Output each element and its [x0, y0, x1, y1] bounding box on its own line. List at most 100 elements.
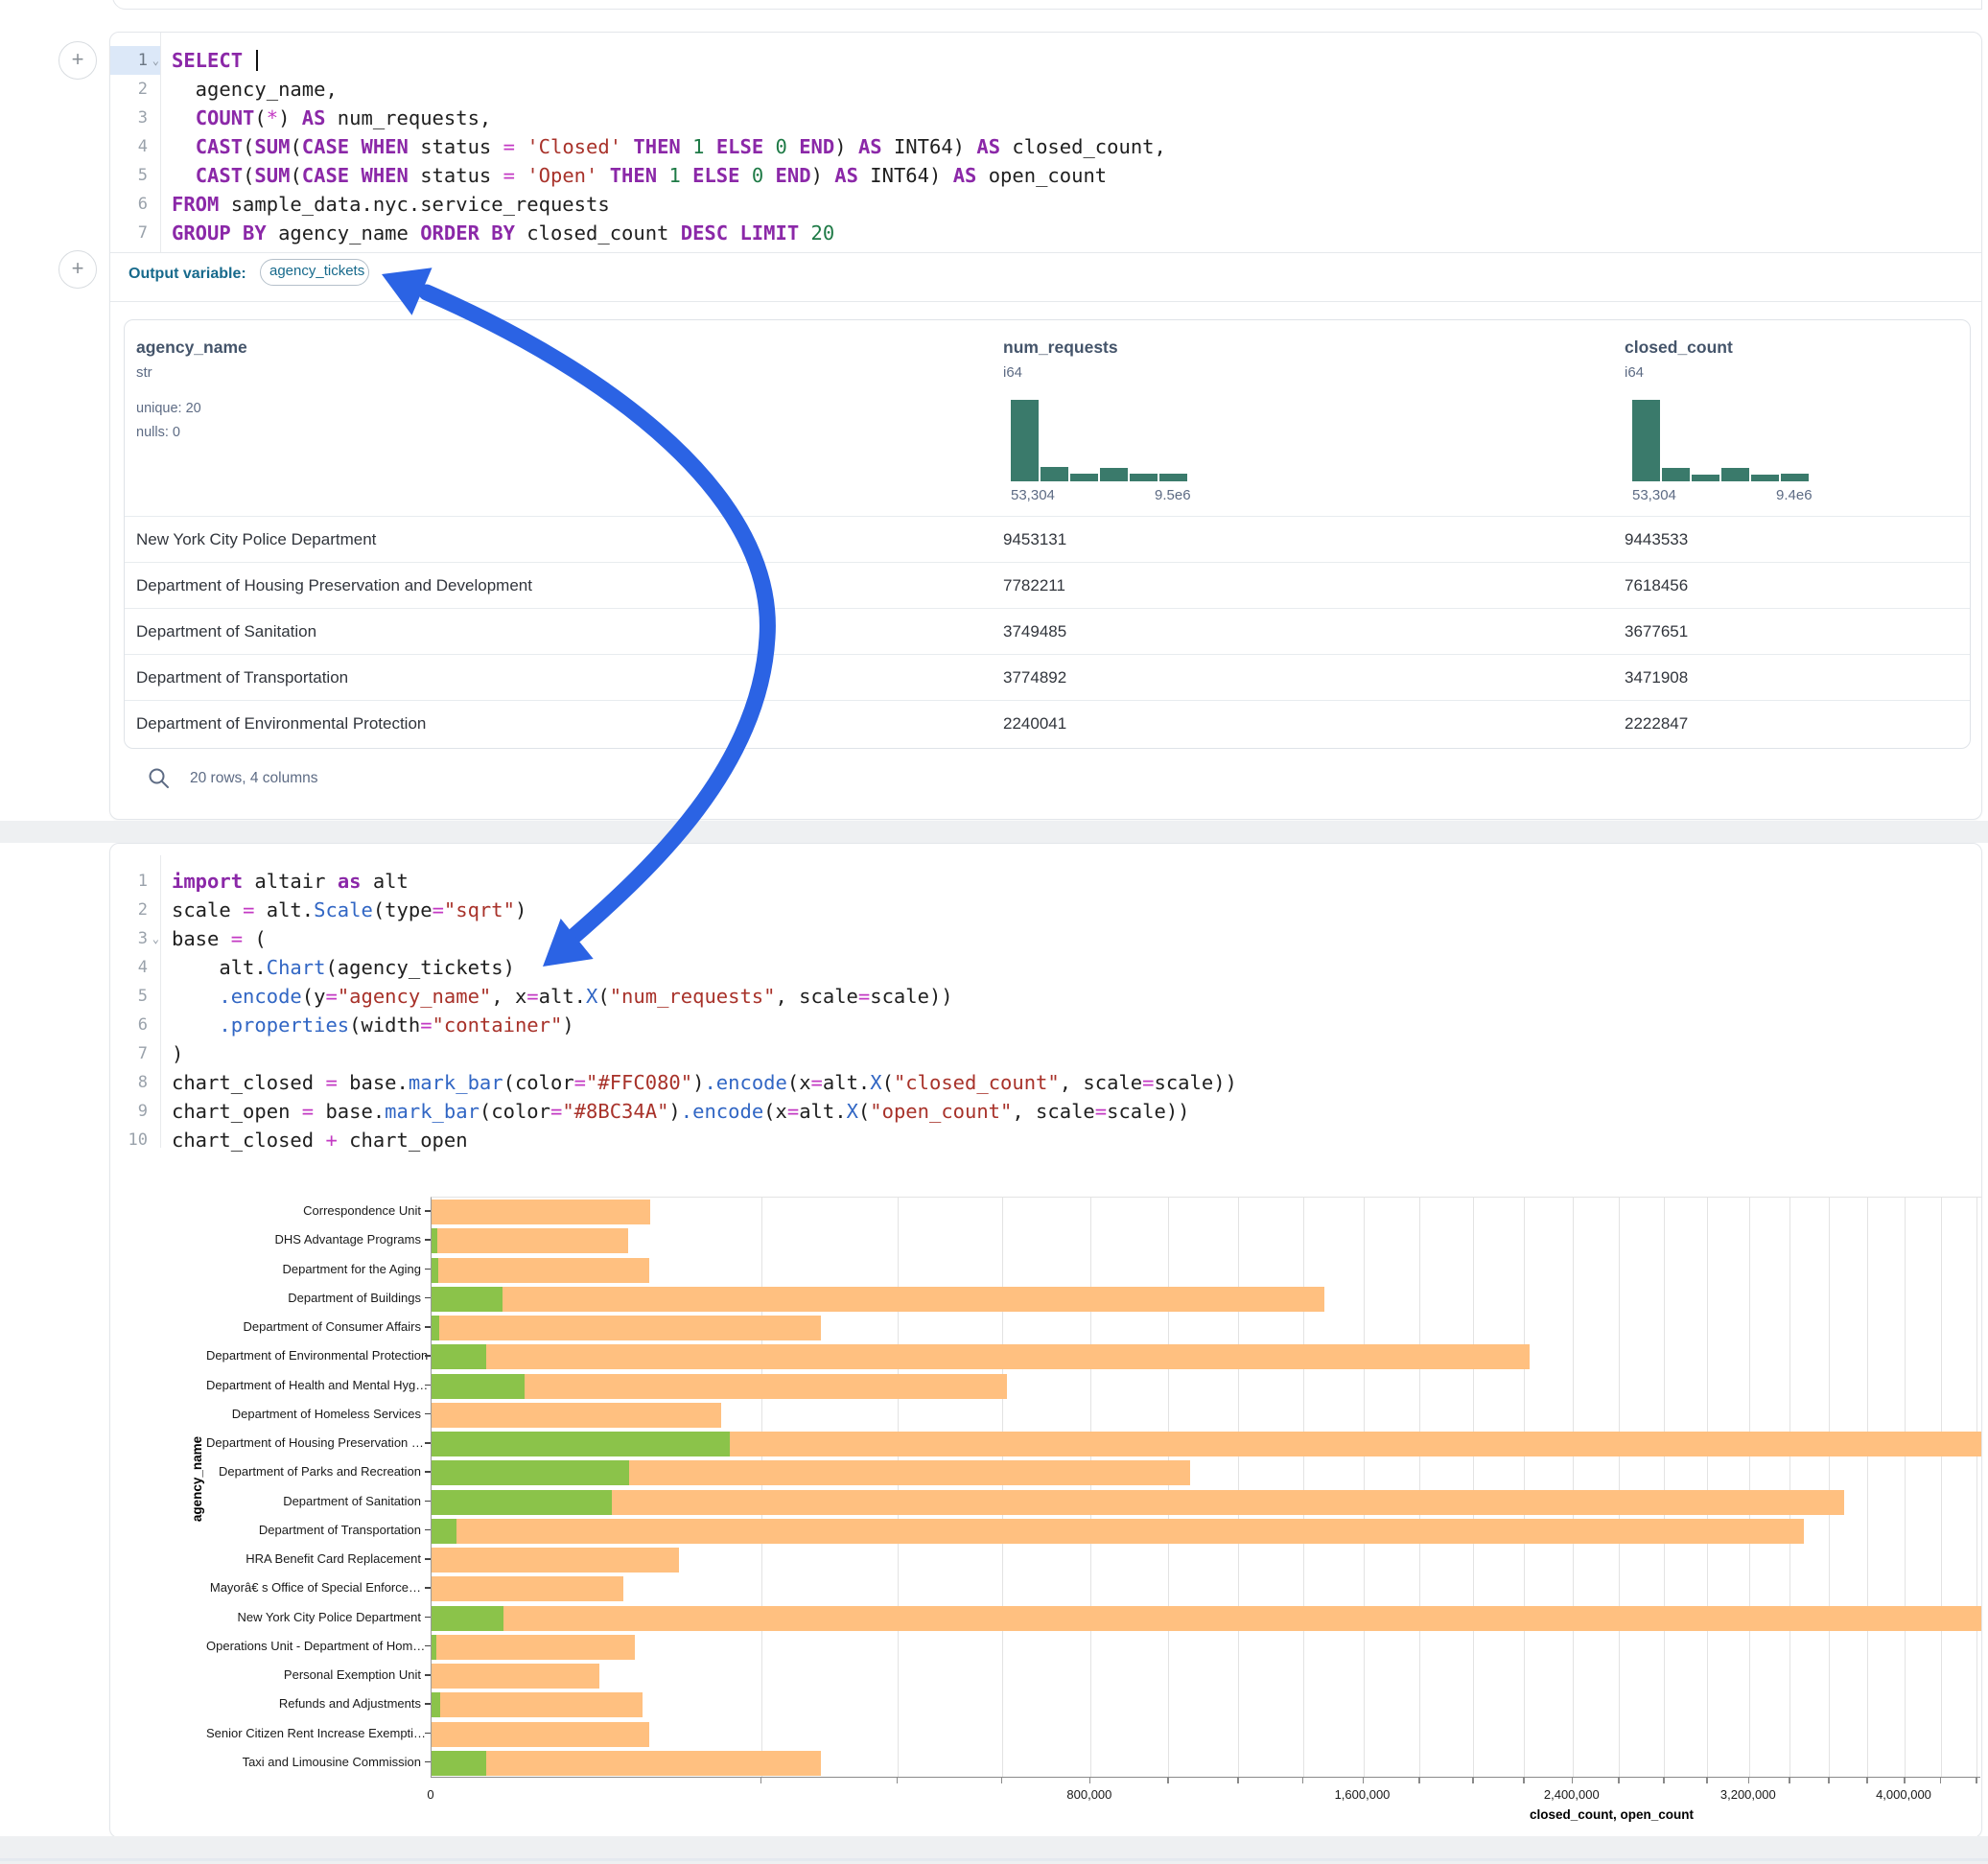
open_count-bar[interactable] — [432, 1490, 612, 1515]
python-code-line-10[interactable]: 10chart_closed + chart_open — [110, 1126, 1981, 1154]
y-axis-label[interactable]: Correspondence Unit — [206, 1203, 421, 1218]
y-axis-tick — [425, 1645, 431, 1647]
python-code-line-4[interactable]: 4 alt.Chart(agency_tickets) — [110, 953, 1981, 982]
open_count-bar[interactable] — [432, 1287, 503, 1312]
y-axis-label[interactable]: Department of Housing Preservation … — [206, 1435, 421, 1450]
y-axis-tick — [425, 1239, 431, 1241]
python-code-editor[interactable]: 1import altair as alt2scale = alt.Scale(… — [110, 867, 1981, 1148]
fold-chevron-icon[interactable]: ⌄ — [152, 46, 159, 75]
y-axis-label[interactable]: Department of Sanitation — [206, 1494, 421, 1508]
closed_count-bar[interactable] — [432, 1200, 650, 1224]
python-code-line-6[interactable]: 6 .properties(width="container") — [110, 1011, 1981, 1039]
y-axis-label[interactable]: Department of Buildings — [206, 1291, 421, 1305]
python-code-line-8[interactable]: 8chart_closed = base.mark_bar(color="#FF… — [110, 1068, 1981, 1097]
closed_count-bar[interactable] — [432, 1403, 721, 1428]
column-histogram — [1011, 400, 1189, 481]
closed_count-bar[interactable] — [432, 1692, 643, 1717]
x-axis-tick — [1523, 1778, 1525, 1783]
y-axis-label[interactable]: Refunds and Adjustments — [206, 1696, 421, 1711]
sql-code-line-5[interactable]: 5 CAST(SUM(CASE WHEN status = 'Open' THE… — [110, 161, 1981, 190]
open_count-bar[interactable] — [432, 1344, 486, 1369]
y-axis-label[interactable]: Department of Transportation — [206, 1523, 421, 1537]
open_count-bar[interactable] — [432, 1258, 438, 1283]
closed_count-bar[interactable] — [432, 1316, 821, 1340]
line-number: 2 — [110, 896, 160, 924]
open_count-bar[interactable] — [432, 1751, 486, 1776]
sql-code-line-6[interactable]: 6FROM sample_data.nyc.service_requests — [110, 190, 1981, 219]
python-code-line-2[interactable]: 2scale = alt.Scale(type="sqrt") — [110, 896, 1981, 924]
sql-code-line-2[interactable]: 2 agency_name, — [110, 75, 1981, 104]
sql-code-line-3[interactable]: 3 COUNT(*) AS num_requests, — [110, 104, 1981, 132]
python-code-line-1[interactable]: 1import altair as alt — [110, 867, 1981, 896]
open_count-bar[interactable] — [432, 1692, 440, 1717]
y-axis-label[interactable]: Senior Citizen Rent Increase Exempti… — [206, 1726, 421, 1740]
python-code-line-9[interactable]: 9chart_open = base.mark_bar(color="#8BC3… — [110, 1097, 1981, 1126]
y-axis-label[interactable]: Taxi and Limousine Commission — [206, 1755, 421, 1769]
line-number: 5 — [110, 161, 160, 190]
y-axis-label[interactable]: Personal Exemption Unit — [206, 1667, 421, 1682]
open_count-bar[interactable] — [432, 1316, 439, 1340]
column-stat: nulls: 0 — [136, 425, 180, 440]
table-row[interactable]: Department of Sanitation37494853677651 — [125, 608, 1970, 655]
closed_count-bar[interactable] — [432, 1635, 635, 1660]
y-axis-label[interactable]: New York City Police Department — [206, 1610, 421, 1624]
sql-code-line-1[interactable]: 1⌄SELECT — [110, 46, 1981, 75]
y-axis-label[interactable]: Department of Consumer Affairs — [206, 1319, 421, 1334]
python-code-line-5[interactable]: 5 .encode(y="agency_name", x=alt.X("num_… — [110, 982, 1981, 1011]
closed_count-bar[interactable] — [432, 1519, 1804, 1544]
open_count-bar[interactable] — [432, 1635, 436, 1660]
line-number: 10 — [110, 1126, 160, 1154]
closed_count-bar[interactable] — [432, 1722, 649, 1747]
open_count-bar[interactable] — [432, 1519, 456, 1544]
y-axis-label[interactable]: Mayorâ€ s Office of Special Enforce… — [206, 1580, 421, 1595]
y-axis-label[interactable]: Department for the Aging — [206, 1262, 421, 1276]
table-footer-rowcount: 20 rows, 4 columns — [190, 770, 318, 787]
add-cell-button-top[interactable]: + — [58, 41, 97, 80]
fold-chevron-icon[interactable]: ⌄ — [152, 924, 159, 953]
closed_count-bar[interactable] — [432, 1751, 821, 1776]
y-axis-label[interactable]: DHS Advantage Programs — [206, 1232, 421, 1247]
closed_count-bar[interactable] — [432, 1258, 649, 1283]
closed_count-bar[interactable] — [432, 1548, 679, 1573]
column-header-agency_name[interactable]: agency_name — [136, 338, 247, 358]
closed_count-bar[interactable] — [432, 1576, 623, 1601]
open_count-bar[interactable] — [432, 1432, 730, 1456]
open_count-bar[interactable] — [432, 1228, 437, 1253]
sql-code-editor[interactable]: 1⌄SELECT 2 agency_name,3 COUNT(*) AS num… — [110, 46, 1981, 250]
output-variable-pill[interactable]: agency_tickets — [260, 259, 369, 286]
open_count-bar[interactable] — [432, 1606, 503, 1631]
column-header-num_requests[interactable]: num_requests — [1003, 338, 1118, 358]
closed_count-bar[interactable] — [432, 1490, 1844, 1515]
closed_count-bar[interactable] — [432, 1287, 1324, 1312]
sql-code-line-7[interactable]: 7GROUP BY agency_name ORDER BY closed_co… — [110, 219, 1981, 247]
gridline — [761, 1198, 762, 1778]
python-code-line-3[interactable]: 3⌄base = ( — [110, 924, 1981, 953]
y-axis-label[interactable]: HRA Benefit Card Replacement — [206, 1551, 421, 1566]
table-row[interactable]: Department of Housing Preservation and D… — [125, 562, 1970, 609]
open_count-bar[interactable] — [432, 1460, 629, 1485]
open_count-bar[interactable] — [432, 1374, 525, 1399]
y-axis-tick — [425, 1529, 431, 1531]
y-axis-label[interactable]: Department of Homeless Services — [206, 1407, 421, 1421]
table-row[interactable]: New York City Police Department945313194… — [125, 516, 1970, 563]
closed_count-bar[interactable] — [432, 1344, 1530, 1369]
y-axis-label[interactable]: Department of Parks and Recreation — [206, 1464, 421, 1479]
closed_count-bar[interactable] — [432, 1228, 628, 1253]
table-row[interactable]: Department of Environmental Protection22… — [125, 700, 1970, 747]
y-axis-label[interactable]: Department of Environmental Protection — [206, 1348, 421, 1363]
closed_count-bar[interactable] — [432, 1606, 1981, 1631]
column-header-closed_count[interactable]: closed_count — [1625, 338, 1733, 358]
y-axis-label[interactable]: Department of Health and Mental Hyg… — [206, 1378, 421, 1392]
closed_count-bar[interactable] — [432, 1664, 599, 1689]
python-code-line-7[interactable]: 7) — [110, 1039, 1981, 1068]
y-axis-label[interactable]: Operations Unit - Department of Hom… — [206, 1639, 421, 1653]
table-row[interactable]: Department of Transportation377489234719… — [125, 654, 1970, 701]
histogram-min-label: 53,304 — [1011, 487, 1055, 503]
add-cell-button-output[interactable]: + — [58, 250, 97, 289]
y-axis-tick — [425, 1501, 431, 1503]
table-cell: 3749485 — [1003, 609, 1066, 655]
gutter-divider — [160, 855, 161, 1148]
search-icon[interactable] — [147, 766, 172, 791]
line-number: 4 — [110, 953, 160, 982]
sql-code-line-4[interactable]: 4 CAST(SUM(CASE WHEN status = 'Closed' T… — [110, 132, 1981, 161]
